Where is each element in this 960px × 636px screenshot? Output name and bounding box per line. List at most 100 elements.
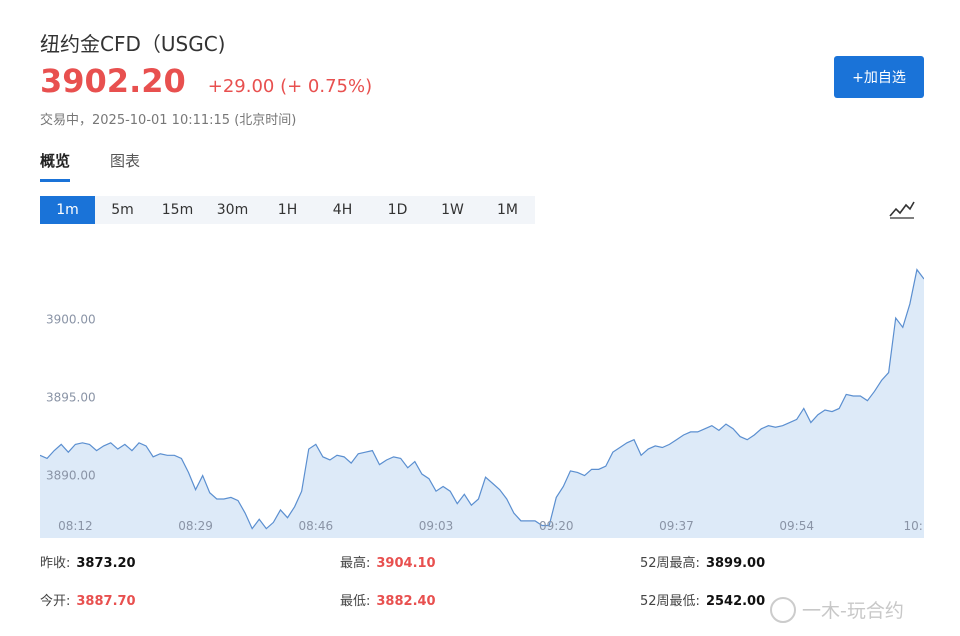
price-point: [160, 453, 161, 454]
price-point: [386, 459, 387, 460]
price-point: [308, 448, 309, 449]
price-point: [676, 439, 677, 440]
price-point: [259, 519, 260, 520]
price-point: [824, 409, 825, 410]
stat-value: 3899.00: [705, 556, 766, 571]
price-point: [393, 456, 394, 457]
x-tick-label: 09:20: [539, 519, 574, 533]
price-point: [506, 498, 507, 499]
price-point: [54, 450, 55, 451]
price-point: [421, 473, 422, 474]
price-point: [138, 442, 139, 443]
tab-chart[interactable]: 图表: [110, 150, 140, 182]
stat-open: 今开: 3887.70: [40, 590, 136, 609]
time-range-selector: 1m 5m 15m 30m 1H 4H 1D 1W 1M: [40, 196, 535, 224]
price-point: [61, 444, 62, 445]
price-point: [740, 436, 741, 437]
price-point: [124, 444, 125, 445]
range-button-1h[interactable]: 1H: [260, 196, 315, 224]
tab-bar: 概览 图表: [40, 150, 180, 182]
range-button-1m[interactable]: 1m: [40, 196, 95, 224]
price-point: [435, 491, 436, 492]
range-button-30m[interactable]: 30m: [205, 196, 260, 224]
price-point: [902, 327, 903, 328]
price-point: [188, 472, 189, 473]
price-point: [626, 442, 627, 443]
price-point: [846, 394, 847, 395]
range-button-4h[interactable]: 4H: [315, 196, 370, 224]
price-point: [202, 475, 203, 476]
price-point: [89, 444, 90, 445]
price-point: [725, 423, 726, 424]
price-point: [867, 400, 868, 401]
price-point: [527, 520, 528, 521]
price-point: [775, 427, 776, 428]
price-point: [796, 419, 797, 420]
stat-value: 3873.20: [76, 556, 136, 571]
price-point: [888, 372, 889, 373]
price-point: [209, 492, 210, 493]
price-point: [428, 478, 429, 479]
price-point: [315, 444, 316, 445]
price-row: 3902.20 +29.00 (+ 0.75%): [40, 62, 372, 100]
stat-label: 52周最低:: [640, 594, 700, 609]
line-chart-icon[interactable]: [888, 198, 916, 220]
price-point: [605, 466, 606, 467]
price-point: [916, 269, 917, 270]
price-point: [145, 445, 146, 446]
price-point: [789, 422, 790, 423]
price-point: [471, 505, 472, 506]
stat-label: 昨收:: [40, 556, 71, 571]
price-point: [443, 486, 444, 487]
stat-value: 3904.10: [376, 556, 436, 571]
watermark-text: 一木-玩合约: [802, 600, 904, 622]
price-area-fill: [40, 269, 924, 538]
price-point: [839, 408, 840, 409]
price-point: [485, 477, 486, 478]
price-point: [75, 444, 76, 445]
price-point: [103, 445, 104, 446]
current-price: 3902.20: [40, 62, 186, 100]
price-point: [195, 489, 196, 490]
stat-value: 3882.40: [376, 594, 436, 609]
price-point: [874, 391, 875, 392]
x-tick-label: 08:29: [178, 519, 213, 533]
range-button-15m[interactable]: 15m: [150, 196, 205, 224]
range-button-1d[interactable]: 1D: [370, 196, 425, 224]
price-point: [669, 444, 670, 445]
price-point: [344, 456, 345, 457]
price-point: [273, 522, 274, 523]
tab-overview[interactable]: 概览: [40, 150, 71, 182]
price-point: [853, 395, 854, 396]
x-tick-label: 10:1: [903, 519, 924, 533]
range-button-1w[interactable]: 1W: [425, 196, 480, 224]
price-point: [570, 470, 571, 471]
price-point: [662, 447, 663, 448]
price-point: [117, 448, 118, 449]
price-point: [110, 442, 111, 443]
price-point: [860, 395, 861, 396]
range-button-1mo[interactable]: 1M: [480, 196, 535, 224]
stat-label: 今开:: [40, 594, 71, 609]
price-point: [619, 447, 620, 448]
add-watchlist-button[interactable]: +加自选: [834, 56, 924, 98]
x-tick-label: 08:46: [299, 519, 334, 533]
price-point: [718, 430, 719, 431]
price-point: [174, 455, 175, 456]
price-point: [153, 456, 154, 457]
price-point: [761, 428, 762, 429]
price-point: [287, 517, 288, 518]
price-point: [68, 452, 69, 453]
price-point: [478, 498, 479, 499]
price-point: [612, 452, 613, 453]
price-point: [655, 445, 656, 446]
price-point: [648, 448, 649, 449]
price-point: [633, 439, 634, 440]
price-point: [499, 489, 500, 490]
price-point: [365, 452, 366, 453]
range-button-5m[interactable]: 5m: [95, 196, 150, 224]
price-point: [358, 453, 359, 454]
x-tick-label: 09:03: [419, 519, 454, 533]
price-point: [414, 461, 415, 462]
price-point: [711, 425, 712, 426]
